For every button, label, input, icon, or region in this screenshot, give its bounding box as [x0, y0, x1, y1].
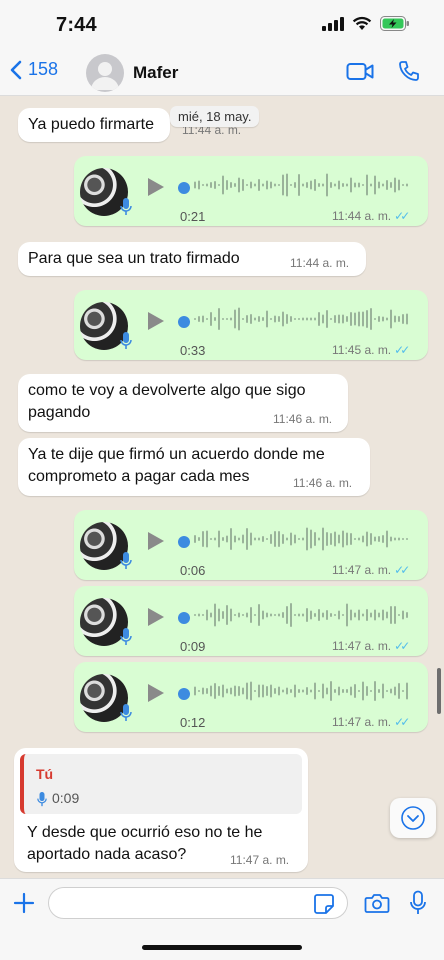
voice-message-outgoing[interactable]: 0:21 11:44 a. m. ✓✓	[74, 156, 428, 226]
voice-message-outgoing[interactable]: 0:06 11:47 a. m. ✓✓	[74, 510, 428, 580]
message-time: 11:47 a. m. ✓✓	[332, 715, 410, 729]
waveform	[194, 527, 408, 551]
sticker-button[interactable]	[313, 893, 335, 920]
double-check-icon: ✓✓	[394, 343, 410, 357]
mic-icon	[37, 792, 47, 807]
message-time: 11:46 a. m.	[293, 476, 353, 490]
message-text-line: comprometo a pagar cada mes	[28, 468, 250, 485]
double-check-icon: ✓✓	[394, 715, 410, 729]
microphone-icon	[410, 890, 426, 914]
video-call-button[interactable]	[346, 61, 374, 86]
sticker-icon	[314, 894, 334, 914]
scrollbar[interactable]	[437, 668, 441, 714]
play-button[interactable]	[148, 178, 164, 196]
play-button[interactable]	[148, 312, 164, 330]
message-input[interactable]	[48, 887, 348, 919]
status-time: 7:44	[56, 14, 97, 36]
status-bar: 7:44	[0, 0, 444, 50]
message-time: 11:44 a. m.	[290, 256, 350, 270]
time-text: 11:47 a. m.	[332, 563, 392, 577]
signal-icon	[322, 16, 344, 31]
unread-count: 158	[28, 59, 59, 79]
mic-icon	[120, 198, 132, 215]
voice-record-button[interactable]	[409, 890, 427, 921]
voice-duration: 0:21	[180, 209, 206, 224]
chevron-down-icon	[401, 806, 425, 830]
message-time: 11:46 a. m.	[273, 412, 333, 426]
voice-message-outgoing[interactable]: 0:12 11:47 a. m. ✓✓	[74, 662, 428, 732]
avatar-placeholder-icon	[91, 62, 119, 90]
date-chip: mié, 18 may.	[170, 106, 260, 127]
voice-message-outgoing[interactable]: 0:33 11:45 a. m. ✓✓	[74, 290, 428, 360]
chat-header: 158 Mafer	[0, 50, 444, 96]
mic-icon	[120, 704, 132, 721]
phone-icon	[399, 61, 419, 81]
message-incoming[interactable]: Para que sea un trato firmado 11:44 a. m…	[18, 242, 366, 276]
double-check-icon: ✓✓	[394, 209, 410, 223]
double-check-icon: ✓✓	[394, 639, 410, 653]
message-text-line: Y desde que ocurrió eso no te he	[27, 824, 263, 841]
voice-duration: 0:06	[180, 563, 206, 578]
playback-scrubber[interactable]	[178, 182, 190, 194]
message-time: 11:47 a. m.	[230, 853, 290, 867]
message-text-line: como te voy a devolverte algo que sigo	[28, 382, 306, 399]
home-indicator	[142, 945, 302, 950]
time-text: 11:45 a. m.	[332, 343, 392, 357]
voice-call-button[interactable]	[398, 60, 420, 87]
status-icons	[322, 16, 410, 31]
wifi-icon	[352, 16, 372, 30]
contact-avatar[interactable]	[86, 54, 124, 92]
voice-duration: 0:12	[180, 715, 206, 730]
play-button[interactable]	[148, 608, 164, 626]
quote-duration: 0:09	[52, 790, 80, 806]
waveform	[194, 173, 408, 197]
message-time: 11:45 a. m. ✓✓	[332, 343, 410, 357]
playback-scrubber[interactable]	[178, 316, 190, 328]
attach-button[interactable]	[12, 891, 36, 920]
message-incoming[interactable]: Ya te dije que firmó un acuerdo donde me…	[18, 438, 370, 496]
message-text-line: Ya te dije que firmó un acuerdo donde me	[28, 446, 325, 463]
camera-icon	[364, 894, 390, 913]
back-chevron-icon	[10, 60, 22, 79]
voice-message-outgoing[interactable]: 0:09 11:47 a. m. ✓✓	[74, 586, 428, 656]
time-text: 11:47 a. m.	[332, 715, 392, 729]
waveform	[194, 307, 408, 331]
scroll-to-bottom-button[interactable]	[390, 798, 436, 838]
quote-author: Tú	[36, 766, 54, 782]
time-text: 11:44 a. m.	[332, 209, 392, 223]
back-button[interactable]: 158	[10, 59, 58, 80]
message-text-line: pagando	[28, 404, 91, 421]
playback-scrubber[interactable]	[178, 612, 190, 624]
voice-duration: 0:09	[180, 639, 206, 654]
time-text: 11:47 a. m.	[332, 639, 392, 653]
playback-scrubber[interactable]	[178, 536, 190, 548]
message-time: 11:44 a. m. ✓✓	[332, 209, 410, 223]
voice-duration: 0:33	[180, 343, 206, 358]
quoted-message[interactable]: Tú 0:09	[20, 754, 302, 814]
message-text-line: aportado nada acaso?	[27, 846, 187, 863]
message-time: 11:47 a. m. ✓✓	[332, 563, 410, 577]
mic-icon	[120, 552, 132, 569]
battery-charging-icon	[380, 16, 409, 31]
play-button[interactable]	[148, 532, 164, 550]
message-incoming[interactable]: como te voy a devolverte algo que sigo p…	[18, 374, 348, 432]
message-text: Ya puedo firmarte	[28, 116, 154, 133]
mic-icon	[120, 628, 132, 645]
contact-name[interactable]: Mafer	[133, 63, 178, 83]
composer-bar	[0, 878, 444, 960]
chat-messages[interactable]: Ya puedo firmarte 11:44 a. m. mié, 18 ma…	[0, 96, 444, 878]
plus-icon	[13, 892, 35, 914]
mic-icon	[120, 332, 132, 349]
waveform	[194, 603, 408, 627]
message-incoming[interactable]: Ya puedo firmarte	[18, 108, 170, 142]
message-incoming-reply[interactable]: Tú 0:09 Y desde que ocurrió eso no te he…	[14, 748, 308, 872]
video-call-icon	[346, 63, 374, 80]
double-check-icon: ✓✓	[394, 563, 410, 577]
playback-scrubber[interactable]	[178, 688, 190, 700]
message-time: 11:47 a. m. ✓✓	[332, 639, 410, 653]
message-text: Para que sea un trato firmado	[28, 250, 240, 267]
camera-button[interactable]	[364, 892, 390, 919]
waveform	[194, 681, 408, 701]
play-button[interactable]	[148, 684, 164, 702]
